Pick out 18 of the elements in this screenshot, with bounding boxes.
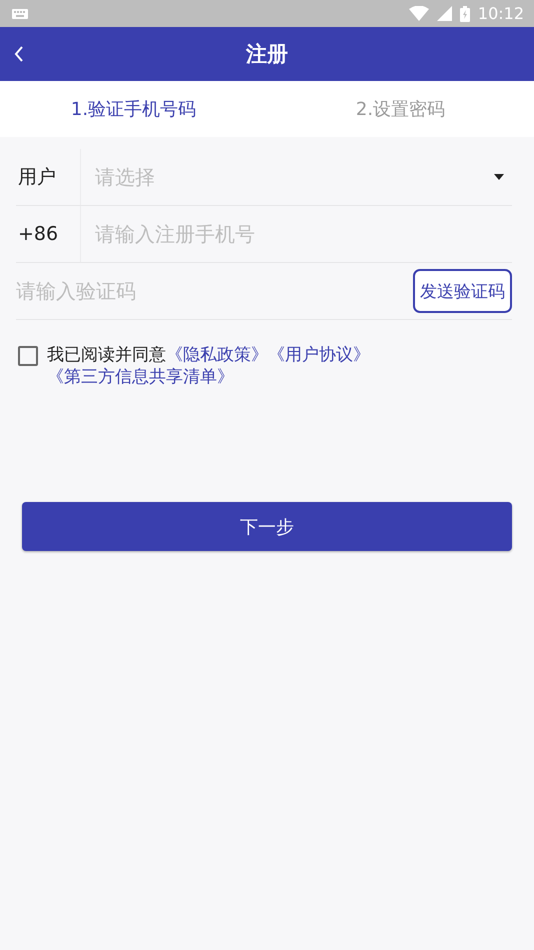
- phone-input-field[interactable]: 请输入注册手机号: [95, 214, 512, 254]
- agreement-link[interactable]: 《第三方信息共享清单》: [47, 367, 234, 387]
- status-time: 10:12: [478, 4, 524, 23]
- agreement-text: 我已阅读并同意《隐私政策》《用户协议》 《第三方信息共享清单》: [47, 344, 371, 388]
- agreement-link[interactable]: 《用户协议》: [268, 345, 370, 365]
- caret-icon: [494, 174, 504, 180]
- agree-checkbox[interactable]: [18, 346, 38, 366]
- keyboard-icon: [12, 8, 28, 18]
- page-title: 注册: [246, 41, 288, 68]
- battery-icon: [460, 6, 470, 22]
- agreement-link[interactable]: 《隐私政策》: [166, 345, 268, 365]
- country-code: +86: [17, 223, 60, 245]
- next-button[interactable]: 下一步: [22, 502, 512, 551]
- user-type-label: 用户: [17, 165, 57, 190]
- send-code-button[interactable]: 发送验证码: [413, 269, 512, 313]
- wifi-icon: [408, 6, 429, 21]
- signal-icon: [436, 6, 452, 21]
- code-input-field[interactable]: 请输入验证码: [16, 271, 413, 311]
